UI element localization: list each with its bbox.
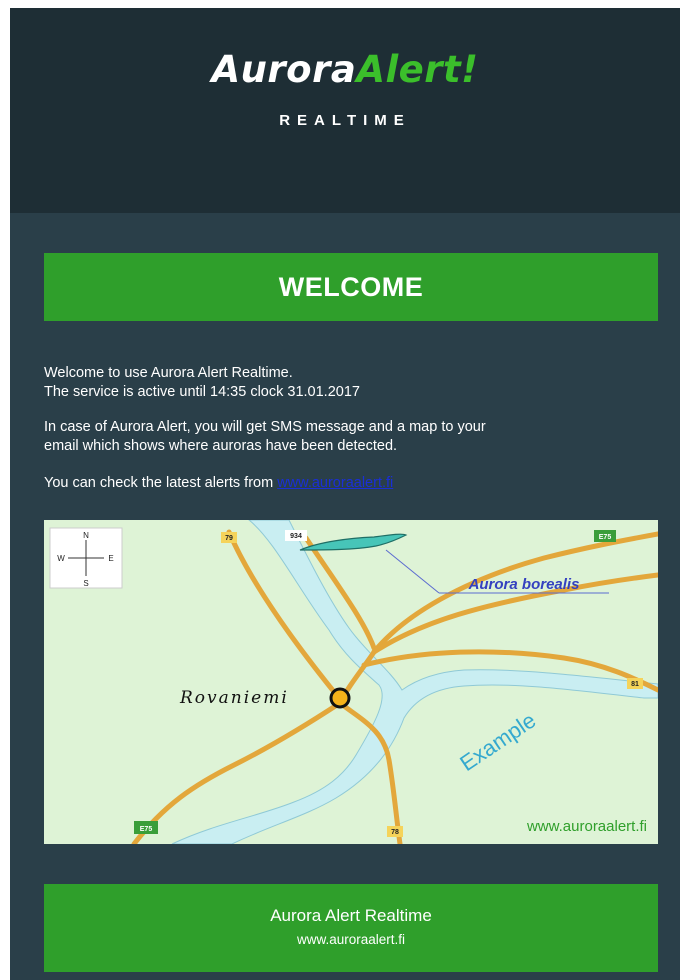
intro-paragraph: Welcome to use Aurora Alert Realtime. Th… xyxy=(44,364,644,402)
road-e75-bottom-label: E75 xyxy=(140,826,153,833)
logo-subtitle: REALTIME xyxy=(279,112,411,129)
info-line-2: email which shows where auroras have bee… xyxy=(44,438,398,454)
email-footer: Aurora Alert Realtime www.auroraalert.fi xyxy=(44,884,658,972)
info-line-1: In case of Aurora Alert, you will get SM… xyxy=(44,419,486,435)
footer-title: Aurora Alert Realtime xyxy=(270,906,432,925)
example-map: N S W E 79 934 E75 81 E75 78 Aurora bore… xyxy=(44,520,658,844)
email-container: AuroraAlert! REALTIME WELCOME Welcome to… xyxy=(10,8,680,980)
compass-n: N xyxy=(83,531,89,540)
aurora-borealis-shape xyxy=(299,533,408,551)
road-79-label: 79 xyxy=(225,535,233,542)
link-paragraph: You can check the latest alerts from www… xyxy=(44,474,644,493)
info-paragraph: In case of Aurora Alert, you will get SM… xyxy=(44,418,644,456)
footer-url: www.auroraalert.fi xyxy=(296,932,406,947)
compass-w: W xyxy=(57,554,65,563)
example-watermark: Example xyxy=(455,707,540,776)
aurora-label: Aurora borealis xyxy=(468,576,580,593)
map-svg: N S W E 79 934 E75 81 E75 78 Aurora bore… xyxy=(49,520,658,844)
logo-part-alert: Alert! xyxy=(356,48,479,91)
intro-line-2: The service is active until 14:35 clock … xyxy=(44,384,360,400)
compass-rose: N S W E xyxy=(49,527,123,589)
road-e75-top-label: E75 xyxy=(599,534,612,541)
welcome-title: WELCOME xyxy=(278,271,424,302)
road-934-label: 934 xyxy=(290,533,302,540)
compass-e: E xyxy=(108,554,113,563)
intro-line-1: Welcome to use Aurora Alert Realtime. xyxy=(44,365,293,381)
compass-s: S xyxy=(83,579,88,588)
auroraalert-link[interactable]: www.auroraalert.fi xyxy=(277,475,393,491)
aurora-alert-logo: AuroraAlert! xyxy=(10,48,680,92)
email-header: AuroraAlert! REALTIME xyxy=(10,8,680,213)
road-81-label: 81 xyxy=(631,681,639,688)
aurora-pointer-line xyxy=(385,549,440,594)
welcome-banner: WELCOME xyxy=(44,253,658,321)
city-marker xyxy=(329,687,351,709)
logo-part-aurora: Aurora xyxy=(211,48,357,91)
link-intro-text: You can check the latest alerts from xyxy=(44,475,278,491)
road-78-label: 78 xyxy=(391,829,399,836)
city-label: Rovaniemi xyxy=(179,688,289,708)
map-site-watermark: www.auroraalert.fi xyxy=(526,818,647,835)
